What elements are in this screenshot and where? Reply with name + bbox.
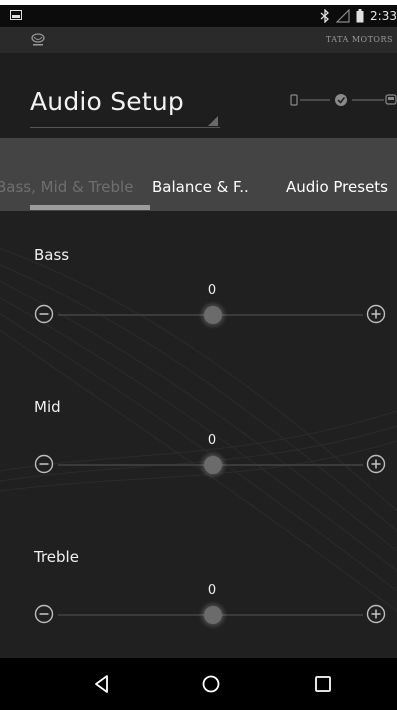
plus-icon[interactable]	[366, 454, 386, 474]
active-tab-indicator	[30, 205, 150, 210]
brand-name: TATA MOTORS	[325, 35, 393, 44]
treble-value: 0	[207, 583, 217, 598]
page-header: Audio Setup	[0, 53, 397, 138]
navigation-bar	[0, 658, 397, 710]
tab-audio-presets[interactable]: Audio Presets	[286, 178, 388, 196]
background-pattern	[0, 247, 397, 612]
mid-label: Mid	[34, 398, 61, 416]
plus-icon[interactable]	[366, 604, 386, 624]
brand-bar: TATA MOTORS	[0, 27, 397, 53]
mid-value: 0	[207, 433, 217, 448]
bluetooth-icon	[320, 9, 330, 23]
mid-slider	[34, 454, 390, 478]
slider-thumb[interactable]	[204, 306, 222, 324]
bass-label: Bass	[34, 246, 70, 264]
minus-icon[interactable]	[34, 604, 54, 624]
setup-steps	[290, 94, 397, 106]
minus-icon[interactable]	[34, 454, 54, 474]
plus-icon[interactable]	[366, 304, 386, 324]
slider-thumb[interactable]	[204, 606, 222, 624]
signal-icon	[336, 9, 350, 23]
slider-thumb[interactable]	[204, 456, 222, 474]
page-title: Audio Setup	[30, 87, 184, 116]
tab-bar: Bass, Mid & Treble Balance & F.. Audio P…	[0, 138, 397, 211]
status-right: 2:33	[320, 7, 397, 25]
tata-logo-icon	[31, 33, 45, 46]
treble-label: Treble	[34, 548, 79, 566]
check-circle-icon	[335, 94, 347, 106]
equalizer-panel: Bass 0 Mid 0 Treble 0	[0, 211, 397, 658]
title-dropdown-corner[interactable]	[208, 116, 218, 126]
back-icon[interactable]	[90, 672, 114, 696]
bass-slider	[34, 304, 390, 328]
bass-value: 0	[207, 283, 217, 298]
home-icon[interactable]	[199, 672, 223, 696]
treble-slider	[34, 604, 390, 628]
tab-balance-fader[interactable]: Balance & F..	[152, 178, 249, 196]
phone-icon	[290, 94, 298, 106]
tab-bass-mid-treble[interactable]: Bass, Mid & Treble	[0, 178, 133, 196]
image-notification-icon	[10, 10, 22, 20]
minus-icon[interactable]	[34, 304, 54, 324]
status-bar: 2:33	[0, 5, 397, 27]
car-icon	[385, 94, 397, 105]
title-underline	[30, 127, 220, 128]
recents-icon[interactable]	[311, 672, 335, 696]
battery-icon	[356, 9, 364, 23]
status-time: 2:33	[370, 9, 397, 23]
